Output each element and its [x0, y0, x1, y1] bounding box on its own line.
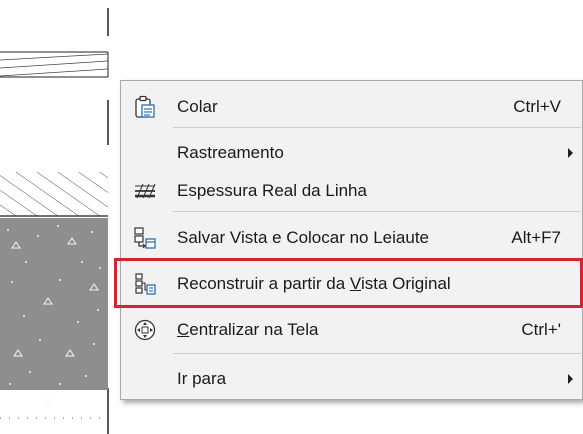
- menu-item-rebuild-from-original-view[interactable]: Reconstruir a partir da Vista Original: [121, 265, 583, 303]
- save-view-icon: [133, 226, 157, 250]
- menu-separator: [173, 353, 581, 354]
- hatched-slab-small: [0, 51, 109, 78]
- menu-item-true-line-weight[interactable]: Espessura Real da Linha: [121, 172, 583, 210]
- concrete-fill: [0, 218, 108, 405]
- menu-item-shortcut: Ctrl+V: [513, 97, 561, 116]
- menu-item-label: Centralizar na Tela: [177, 320, 319, 339]
- menu-item-tracking[interactable]: Rastreamento: [121, 134, 583, 172]
- submenu-arrow-icon: [568, 148, 573, 158]
- menu-separator: [173, 211, 581, 212]
- clipboard-icon: [133, 95, 157, 119]
- hatched-band: [0, 172, 108, 217]
- line-weight-icon: [133, 179, 157, 203]
- menu-item-label: Espessura Real da Linha: [177, 181, 367, 200]
- menu-item-label: Rastreamento: [177, 143, 284, 162]
- rebuild-view-icon: [133, 272, 157, 296]
- menu-item-go-to[interactable]: Ir para: [121, 360, 583, 398]
- menu-item-shortcut: Ctrl+': [521, 320, 561, 339]
- menu-separator: [173, 127, 581, 128]
- submenu-arrow-icon: [568, 374, 573, 384]
- menu-item-label: Reconstruir a partir da Vista Original: [177, 274, 451, 293]
- menu-item-label: Salvar Vista e Colocar no Leiaute: [177, 228, 430, 247]
- context-menu: Colar Ctrl+V Rastreamento Espessura Real…: [120, 80, 583, 400]
- menu-item-save-view-place-layout[interactable]: Salvar Vista e Colocar no Leiaute Alt+F7: [121, 219, 583, 257]
- menu-item-label: Colar: [177, 97, 218, 116]
- menu-item-fit-in-window[interactable]: Centralizar na Tela Ctrl+': [121, 311, 583, 349]
- menu-item-shortcut: Alt+F7: [511, 228, 561, 247]
- fit-screen-icon: [133, 318, 157, 342]
- menu-item-label: Ir para: [177, 369, 227, 388]
- menu-item-paste[interactable]: Colar Ctrl+V: [121, 88, 583, 126]
